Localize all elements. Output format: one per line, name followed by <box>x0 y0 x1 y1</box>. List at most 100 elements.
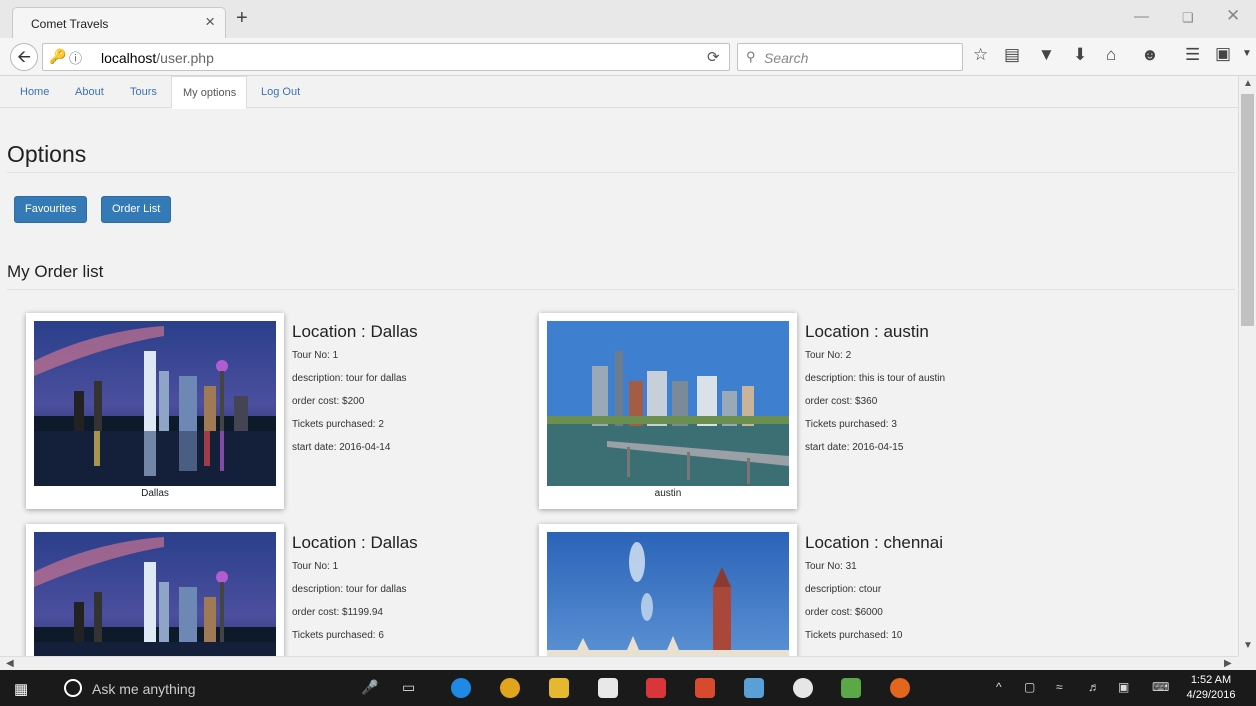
order-details: Location : chennai Tour No: 31 descripti… <box>805 533 943 653</box>
app-icon[interactable] <box>793 678 813 698</box>
volume-icon[interactable]: ♬ <box>1088 680 1100 694</box>
favourites-button[interactable]: Favourites <box>14 196 88 223</box>
order-description: description: tour for dallas <box>292 373 407 384</box>
order-tickets: Tickets purchased: 2 <box>292 419 384 430</box>
reload-icon[interactable]: ⟳ <box>707 48 720 66</box>
divider <box>7 172 1235 173</box>
scroll-left-icon[interactable]: ◀ <box>6 658 14 669</box>
notification-icon[interactable]: ▣ <box>1118 680 1129 694</box>
nav-home[interactable]: Home <box>20 86 49 98</box>
order-description: description: this is tour of austin <box>805 373 946 384</box>
restore-icon[interactable]: ❏ <box>1182 10 1194 26</box>
minimize-icon[interactable]: — <box>1134 8 1149 25</box>
chevron-down-icon[interactable]: ▼ <box>1242 48 1252 59</box>
order-tour-no: Tour No: 2 <box>805 350 852 361</box>
order-tour-no: Tour No: 31 <box>805 561 857 572</box>
browser-toolbar: 🡨 🔑 ⓘ localhost/user.php ⟳ ⚲ Search <box>0 38 1256 76</box>
folder-app-icon[interactable] <box>744 678 764 698</box>
order-cost: order cost: $1199.94 <box>292 607 383 618</box>
url-bar[interactable]: 🔑 ⓘ localhost/user.php ⟳ <box>42 43 730 71</box>
page-content: Home About Tours My options Log Out Opti… <box>0 76 1238 656</box>
system-clock[interactable]: 1:52 AM 4/29/2016 <box>1186 673 1236 703</box>
microphone-icon[interactable]: 🎤 <box>361 679 378 696</box>
order-tickets: Tickets purchased: 10 <box>805 630 903 641</box>
wifi-icon[interactable]: ≈ <box>1056 680 1063 694</box>
office-app-icon[interactable] <box>695 678 715 698</box>
task-view-icon[interactable]: ▭ <box>402 679 415 696</box>
url-text: localhost/user.php <box>101 50 214 66</box>
order-thumbnail[interactable] <box>26 524 284 656</box>
site-nav: Home About Tours My options Log Out <box>0 76 1238 109</box>
clock-time: 1:52 AM <box>1190 674 1232 686</box>
window-close-icon[interactable]: ✕ <box>1226 6 1240 26</box>
order-list-title: My Order list <box>7 262 104 281</box>
order-thumbnail[interactable]: austin <box>539 313 797 509</box>
mail-app-icon[interactable] <box>646 678 666 698</box>
title-bar: Comet Travels × + — ❏ ✕ <box>0 0 1256 38</box>
divider <box>7 289 1235 290</box>
tab-title: Comet Travels <box>31 17 109 31</box>
hello-icon[interactable]: ☻ <box>1141 45 1159 65</box>
menu-icon[interactable]: ☰ <box>1185 45 1200 65</box>
order-list-button[interactable]: Order List <box>101 196 172 223</box>
order-location: Location : Dallas <box>292 533 418 552</box>
nav-tours[interactable]: Tours <box>130 86 157 98</box>
nav-about[interactable]: About <box>75 86 104 98</box>
download-icon[interactable]: ⬇ <box>1073 45 1087 65</box>
nav-my-options-label: My options <box>183 87 237 99</box>
url-host: localhost <box>101 50 157 66</box>
nav-my-options[interactable]: My options <box>171 76 247 109</box>
order-tickets: Tickets purchased: 6 <box>292 630 384 641</box>
home-icon[interactable]: ⌂ <box>1106 45 1116 65</box>
close-tab-icon[interactable]: × <box>205 12 215 32</box>
pocket-icon[interactable]: ▼ <box>1038 45 1055 65</box>
clock-date: 4/29/2016 <box>1186 689 1236 701</box>
order-location: Location : Dallas <box>292 322 418 341</box>
dallas-night-skyline-image <box>34 532 276 656</box>
info-icon[interactable]: ⓘ <box>69 48 82 67</box>
back-button[interactable]: 🡨 <box>10 43 38 71</box>
paint-app-icon[interactable] <box>841 678 861 698</box>
order-location: Location : chennai <box>805 533 943 552</box>
bookmark-star-icon[interactable]: ☆ <box>973 45 988 65</box>
vertical-scroll-thumb[interactable] <box>1241 94 1254 326</box>
order-details: Location : austin Tour No: 2 description… <box>805 322 945 465</box>
vertical-scrollbar[interactable]: ▲ ▼ <box>1238 76 1256 656</box>
dallas-night-skyline-image <box>34 321 276 486</box>
order-thumbnail[interactable]: Dallas <box>26 313 284 509</box>
search-placeholder: Search <box>764 50 809 66</box>
chevron-up-icon[interactable]: ^ <box>996 680 1002 694</box>
austin-skyline-image <box>547 321 789 486</box>
cortana-search[interactable]: Ask me anything 🎤 <box>56 672 386 704</box>
search-input[interactable]: ⚲ Search <box>737 43 963 71</box>
scroll-down-icon[interactable]: ▼ <box>1243 640 1253 651</box>
chrome-icon[interactable] <box>500 678 520 698</box>
order-start-date: start date: 2016-04-15 <box>805 442 904 453</box>
extension-icon[interactable]: ▣ <box>1215 44 1231 64</box>
order-details: Location : Dallas Tour No: 1 description… <box>292 322 418 465</box>
firefox-icon[interactable] <box>890 678 910 698</box>
order-cost: order cost: $200 <box>292 396 365 407</box>
horizontal-scrollbar[interactable]: ◀ ▶ <box>0 656 1238 670</box>
order-description: description: ctour <box>805 584 882 595</box>
browser-tab[interactable]: Comet Travels × <box>12 7 226 38</box>
search-icon: ⚲ <box>746 49 756 64</box>
keyboard-icon[interactable]: ⌨ <box>1152 680 1169 694</box>
reading-list-icon[interactable]: ▤ <box>1004 45 1020 65</box>
order-tour-no: Tour No: 1 <box>292 561 339 572</box>
new-tab-icon[interactable]: + <box>236 7 248 30</box>
edge-icon[interactable] <box>451 678 471 698</box>
store-icon[interactable] <box>598 678 618 698</box>
file-explorer-icon[interactable] <box>549 678 569 698</box>
key-icon[interactable]: 🔑 <box>49 48 66 65</box>
battery-icon[interactable]: ▢ <box>1024 680 1035 694</box>
scroll-up-icon[interactable]: ▲ <box>1243 78 1253 89</box>
order-details: Location : Dallas Tour No: 1 description… <box>292 533 418 653</box>
scroll-right-icon[interactable]: ▶ <box>1224 658 1232 669</box>
nav-logout[interactable]: Log Out <box>261 86 300 98</box>
url-path: /user.php <box>156 50 214 66</box>
order-cost: order cost: $360 <box>805 396 878 407</box>
windows-start-icon[interactable]: ▦ <box>14 680 28 698</box>
order-location: Location : austin <box>805 322 929 341</box>
order-thumbnail[interactable] <box>539 524 797 656</box>
